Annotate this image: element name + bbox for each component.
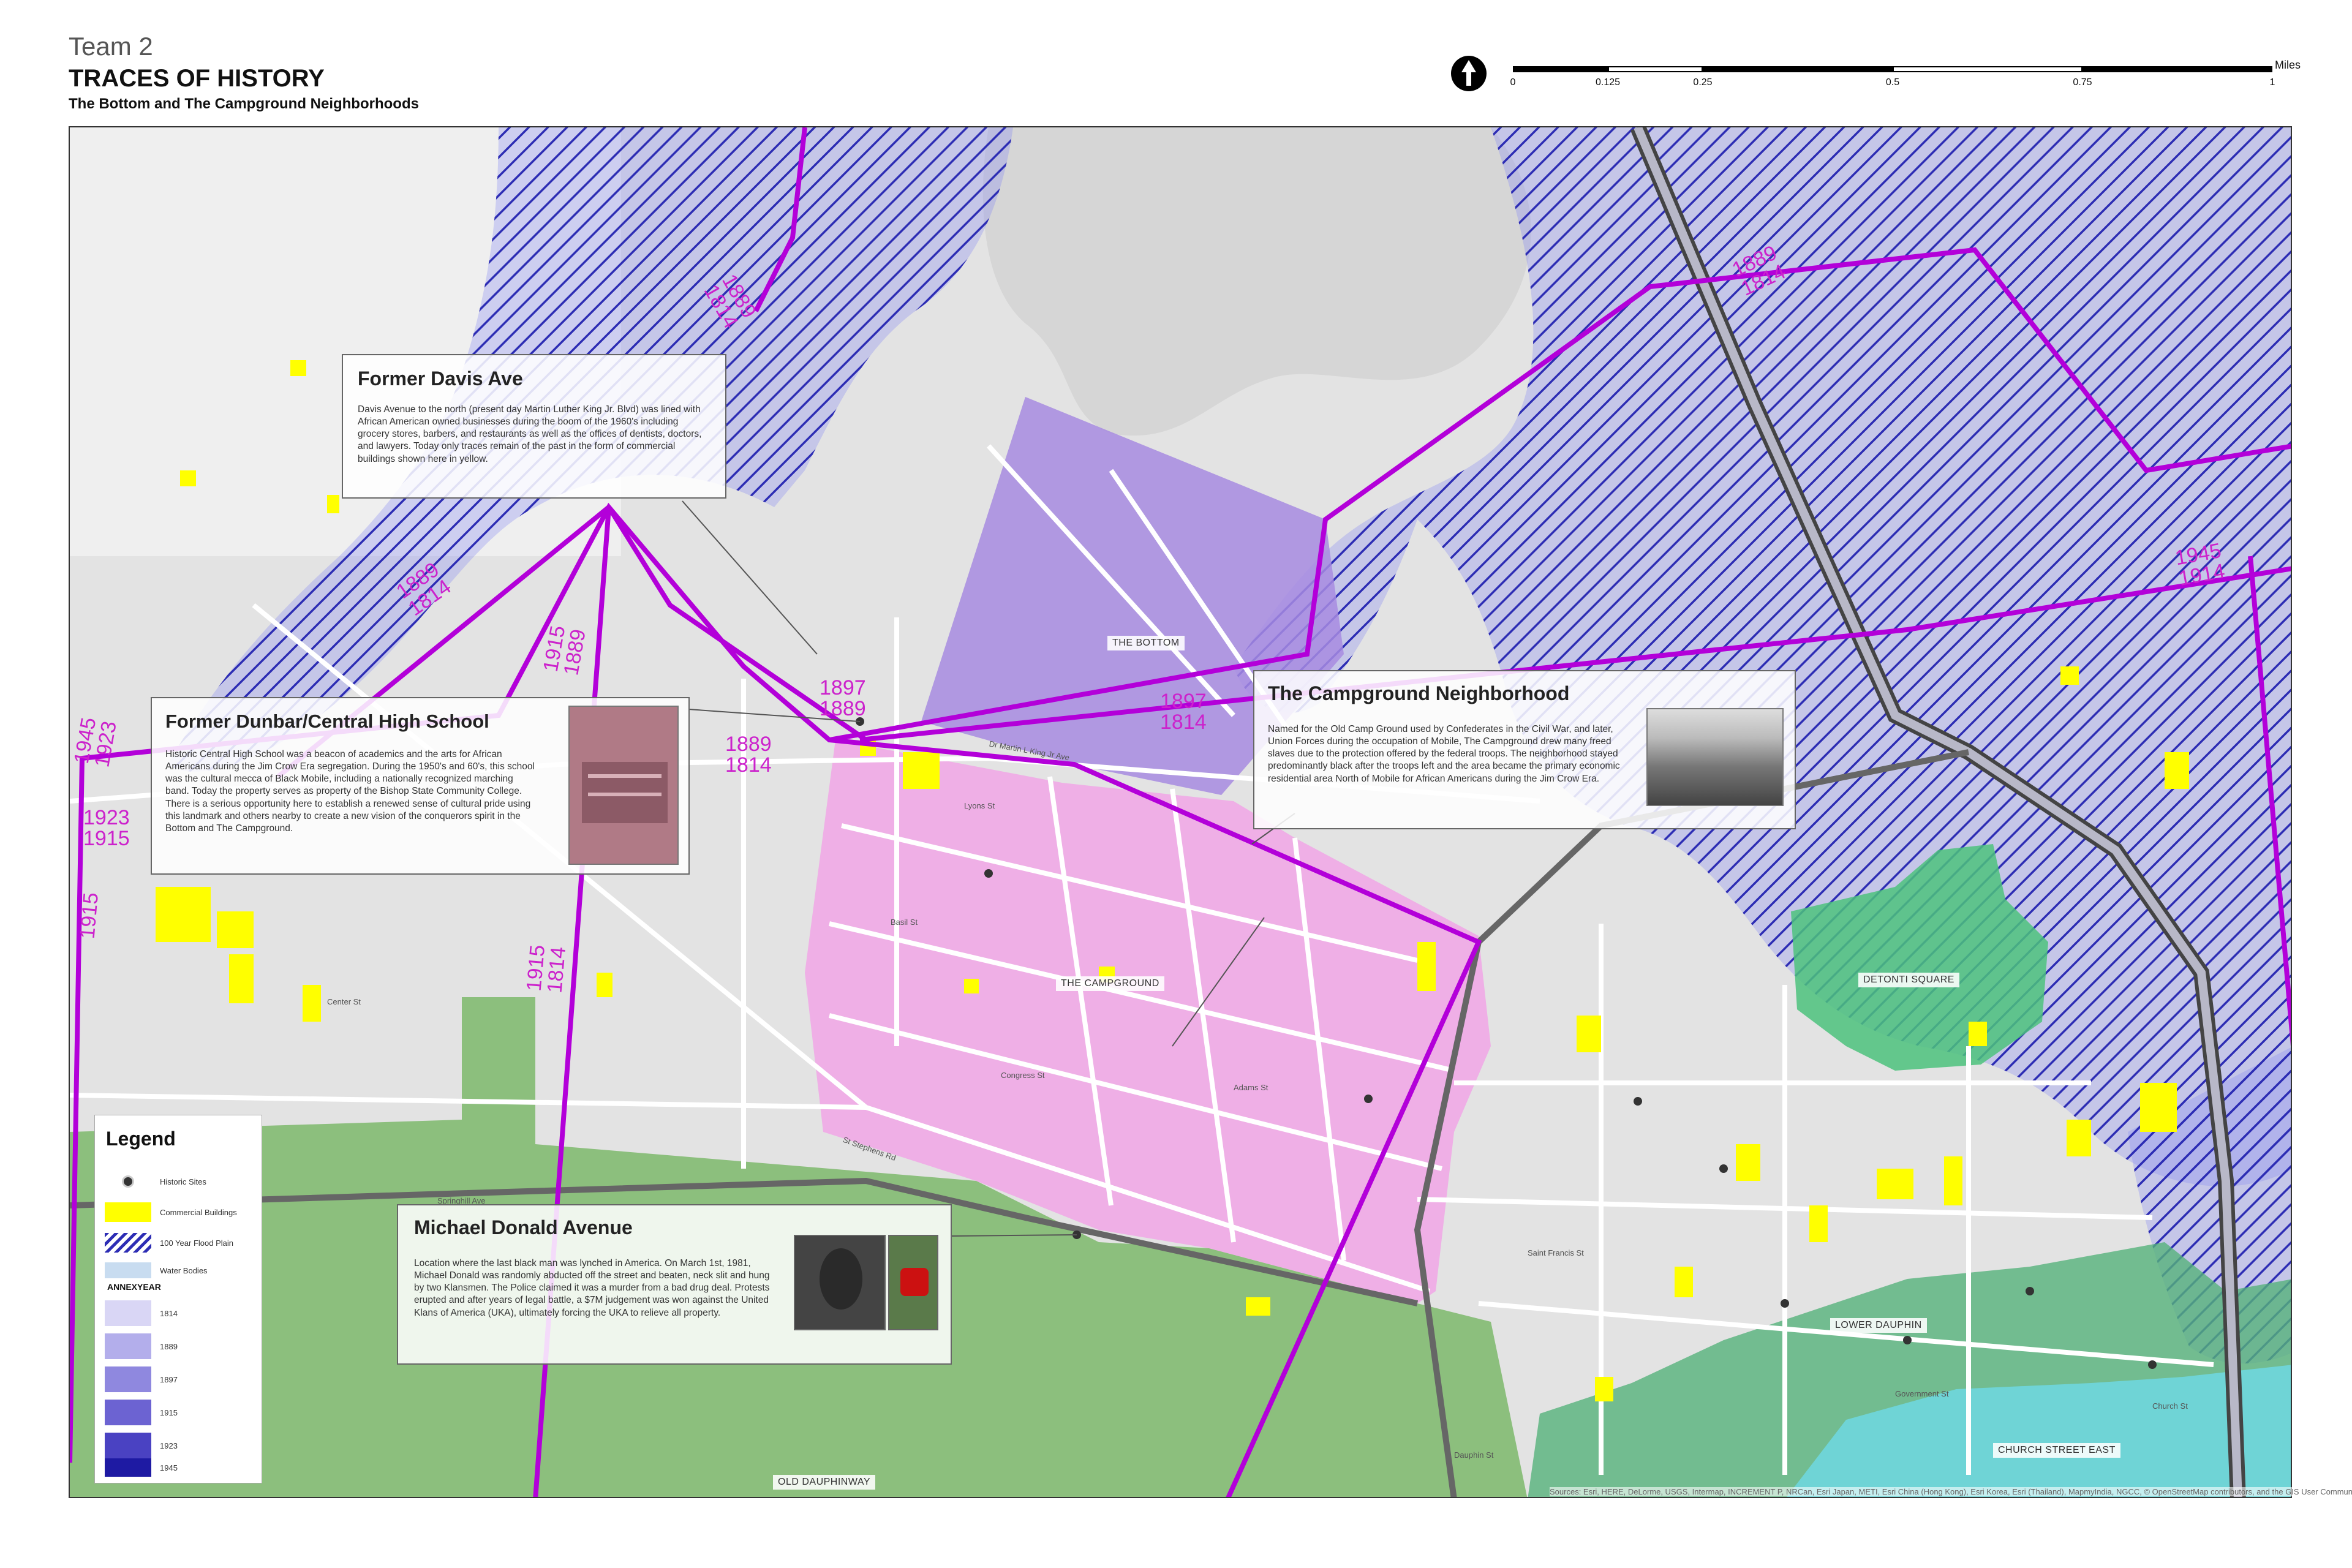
annex-year-label: 1945 1923 <box>69 715 121 769</box>
scale-tick: 0.75 <box>2073 77 2092 88</box>
map-subtitle: The Bottom and The Campground Neighborho… <box>69 96 419 112</box>
callout-title: The Campground Neighborhood <box>1268 682 1570 704</box>
street-label: Dauphin St <box>1454 1450 1494 1460</box>
scale-tick: 0.25 <box>1693 77 1713 88</box>
callout-title: Former Davis Ave <box>358 368 523 390</box>
scale-tick: 1 <box>2269 77 2275 88</box>
callout-body: Davis Avenue to the north (present day M… <box>358 404 702 464</box>
annex-year-label: 1915 1889 <box>538 624 590 677</box>
scale-bar: Miles 0 0.125 0.25 0.5 0.75 1 <box>1510 59 2301 104</box>
annex-year-label: 1915 <box>75 891 104 940</box>
scale-units: Miles <box>2275 59 2301 71</box>
street-label: Government St <box>1895 1389 1949 1398</box>
annex-year-label: 1945 1914 <box>2173 538 2227 591</box>
street-label: Adams St <box>1234 1083 1268 1092</box>
team-label: Team 2 <box>69 32 153 61</box>
legend: Legend Historic Sites Commercial Buildin… <box>94 1115 262 1483</box>
area-label-lower-dauphin: LOWER DAUPHIN <box>1830 1318 1927 1333</box>
street-label: Church St <box>2152 1401 2188 1411</box>
legend-item-annex-1945: 1945 <box>105 1458 178 1477</box>
legend-annex-title: ANNEXYEAR <box>107 1282 161 1292</box>
portrait-photo <box>794 1235 886 1330</box>
historic-site-icon <box>122 1175 134 1188</box>
legend-item-annex-1923: 1923 <box>105 1433 178 1458</box>
map-frame[interactable]: 1897 1889 1889 1814 1897 1814 1915 1889 1915… <box>69 126 2292 1498</box>
callout-michael-donald-avenue: Michael Donald Avenue Location where the… <box>397 1204 952 1365</box>
legend-item-commercial-buildings: Commercial Buildings <box>105 1202 237 1222</box>
stop-sign-photo <box>888 1235 938 1330</box>
north-arrow-icon <box>1451 56 1487 91</box>
area-label-the-campground: THE CAMPGROUND <box>1056 976 1164 991</box>
street-label: Saint Francis St <box>1528 1248 1584 1257</box>
legend-item-flood-plain: 100 Year Flood Plain <box>105 1233 233 1253</box>
callout-the-campground-neighborhood: The Campground Neighborhood Named for th… <box>1253 670 1796 829</box>
scale-tick: 0.125 <box>1595 77 1621 88</box>
callout-body: Historic Central High School was a beaco… <box>165 749 535 834</box>
annex-year-label: 1897 1889 <box>820 676 866 720</box>
map-credits: Sources: Esri, HERE, DeLorme, USGS, Inte… <box>1550 1487 2352 1496</box>
legend-item-water-bodies: Water Bodies <box>105 1262 208 1278</box>
callout-body: Named for the Old Camp Ground used by Co… <box>1268 724 1620 784</box>
area-label-the-bottom: THE BOTTOM <box>1107 636 1185 650</box>
campground-photo <box>1646 708 1784 806</box>
school-photo <box>568 706 679 865</box>
area-label-detonti-square: DETONTI SQUARE <box>1858 973 1959 987</box>
callout-body: Location where the last black man was ly… <box>414 1258 770 1318</box>
annex-year-label: 1915 1814 <box>522 944 570 994</box>
street-label: Center St <box>327 997 361 1006</box>
scale-tick: 0 <box>1510 77 1516 88</box>
legend-item-annex-1915: 1915 <box>105 1400 178 1425</box>
scale-tick: 0.5 <box>1885 77 1900 88</box>
area-label-church-street-east: CHURCH STREET EAST <box>1993 1443 2120 1458</box>
legend-title: Legend <box>106 1128 176 1150</box>
annex-year-label: 1889 1814 <box>725 733 772 777</box>
legend-item-annex-1897: 1897 <box>105 1366 178 1392</box>
legend-item-historic-sites: Historic Sites <box>105 1172 206 1191</box>
legend-item-annex-1889: 1889 <box>105 1333 178 1359</box>
street-label: Congress St <box>1001 1071 1045 1080</box>
callout-former-davis-ave: Former Davis Ave Davis Avenue to the nor… <box>342 354 726 499</box>
callout-former-dunbar-central-high-school: Former Dunbar/Central High School Histor… <box>151 697 690 875</box>
legend-item-annex-1814: 1814 <box>105 1300 178 1326</box>
annex-year-label: 1923 1915 <box>83 806 130 850</box>
area-label-old-dauphinway: OLD DAUPHINWAY <box>773 1475 876 1490</box>
map-title: TRACES OF HISTORY <box>69 65 325 92</box>
annex-year-label: 1897 1814 <box>1160 690 1207 734</box>
street-label: Basil St <box>891 918 918 927</box>
street-label: Lyons St <box>964 801 995 810</box>
